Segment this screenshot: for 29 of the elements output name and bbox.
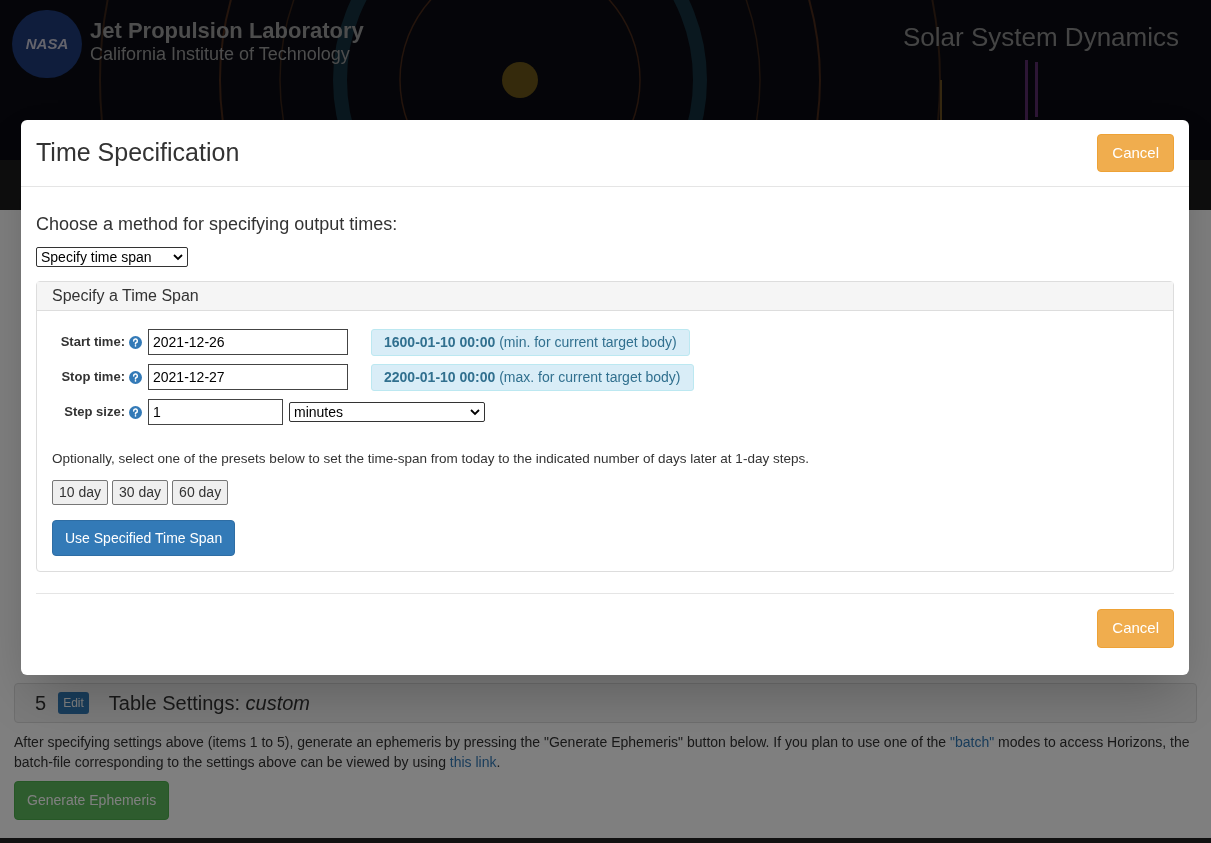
chevron-down-icon (470, 408, 480, 416)
preset-button[interactable]: 30 day (112, 480, 169, 506)
limit-badge: 1600-01-10 00:00 (min. for current target body) (371, 328, 690, 356)
help-icon[interactable] (129, 405, 142, 419)
header-title: Jet Propulsion Laboratory (90, 20, 364, 42)
limit-badge: 2200-01-10 00:00 (max. for current target body) (371, 363, 694, 391)
instructions-text: After specifying settings above (items 1 to 5), generate an ephemeris by pressing the "Generate Ephemeris" button below. If you plan to use one of the "batch" modes to access Horizons, the batch-file corresponding to the settings above can be viewed by using this link. (14, 733, 1191, 772)
field-label: Stop time: (60, 368, 126, 387)
unit-select[interactable]: minutes (289, 402, 485, 422)
site-name: Solar System Dynamics (903, 21, 1180, 54)
help-icon[interactable] (129, 335, 142, 349)
preset-button[interactable]: 60 day (172, 480, 229, 506)
step-input[interactable]: 1 (148, 399, 283, 425)
field-label: Start time: (59, 333, 126, 352)
presets-hint: Optionally, select one of the presets below to set the time-span from today to the indicated number of days later at 1-day steps. (52, 450, 810, 468)
field-label: Step size: (63, 403, 126, 422)
method-prompt: Choose a method for specifying output times: (36, 213, 399, 236)
item-number: 5 (35, 691, 47, 716)
item-label: Table Settings: custom (108, 691, 311, 716)
time-input[interactable]: 2021-12-27 (148, 364, 348, 390)
time-input[interactable]: 2021-12-26 (148, 329, 348, 355)
header-subtitle: California Institute of Technology (90, 45, 351, 63)
method-select[interactable]: Specify time span (36, 247, 188, 267)
preset-button[interactable]: 10 day (52, 480, 109, 506)
panel-title: Specify a Time Span (52, 286, 199, 306)
help-icon[interactable] (129, 370, 142, 384)
modal-title: Time Specification (36, 137, 240, 169)
use-time-span-button[interactable]: Use Specified Time Span (52, 520, 236, 557)
chevron-down-icon (173, 253, 183, 261)
